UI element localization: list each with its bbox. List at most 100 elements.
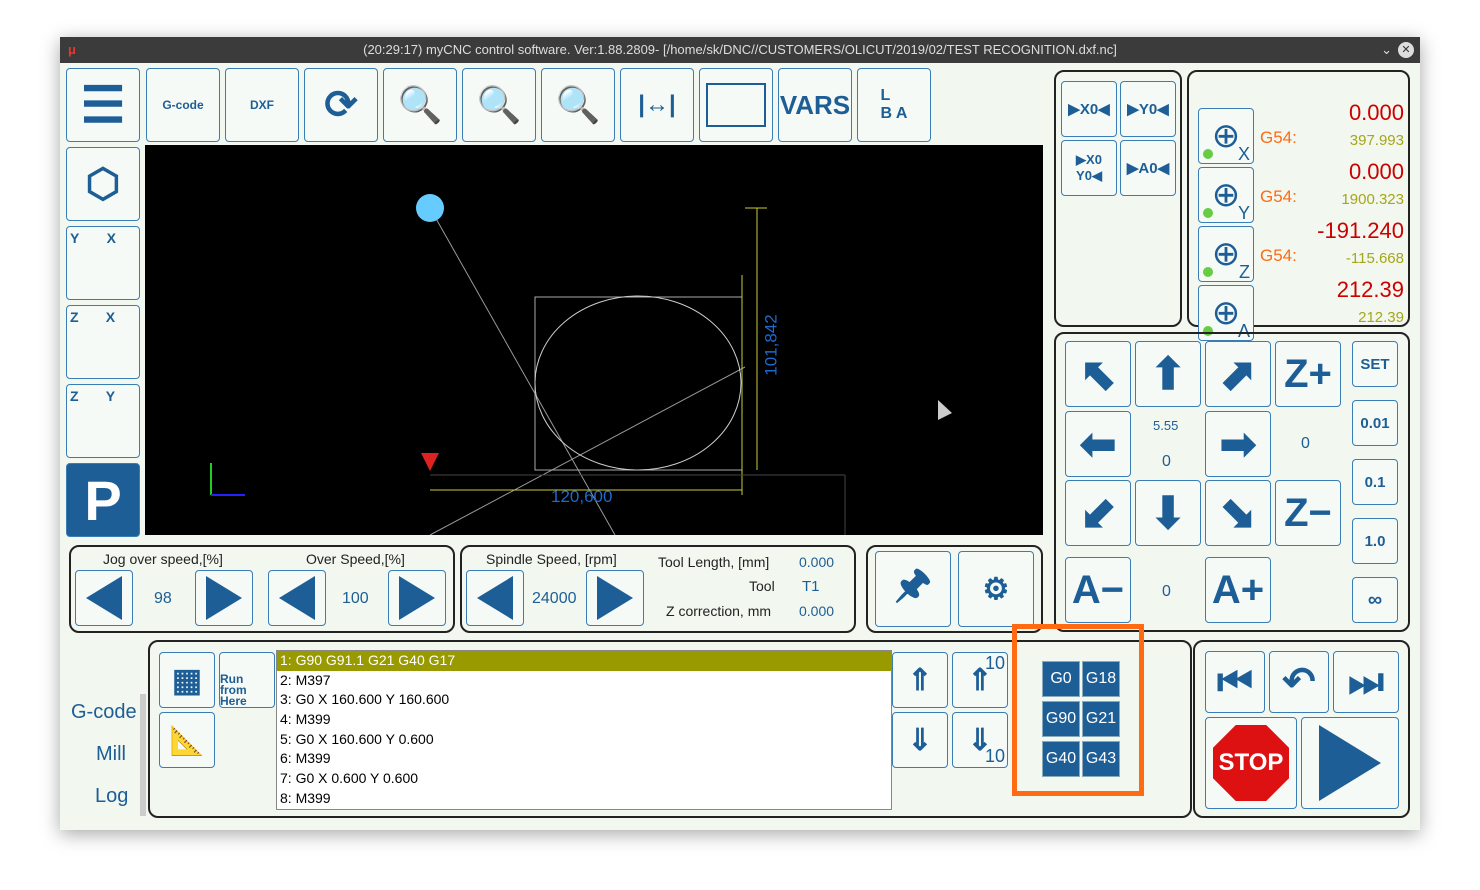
zero-x-button[interactable]: ▶X0◀ [1061,81,1117,137]
g43-button[interactable]: G43 [1082,741,1120,777]
axis-z-button[interactable]: ⊕ Z [1198,226,1254,282]
toolpath-canvas[interactable]: 120,600 101,842 [145,145,1043,536]
undo-icon: ↶ [1282,660,1316,704]
tab-mill[interactable]: Mill [96,743,126,766]
tool-label: Tool [749,578,775,594]
open-gcode-button[interactable]: G-code [146,68,220,142]
jog-up-left-button[interactable]: ⬉ [1065,341,1131,407]
keyboard-button[interactable]: LB A [857,68,931,142]
tool-probe-button[interactable]: 🖈 [875,551,951,627]
tab-log[interactable]: Log [95,785,128,808]
zero-y-button[interactable]: ▶Y0◀ [1120,81,1176,137]
tab-scrollbar[interactable] [140,694,146,816]
vars-label: VARS [779,89,851,120]
a-minus-button[interactable]: A− [1065,557,1131,623]
gcode-line[interactable]: 5: G0 X 160.600 Y 0.600 [277,730,891,750]
scroll-down-button[interactable]: ⇓ [892,712,948,768]
zoom-out-button[interactable]: 🔍 [541,68,615,142]
open-dxf-button[interactable]: DXF [225,68,299,142]
g21-button[interactable]: G21 [1082,701,1120,737]
gcode-line[interactable]: 8: M399 [277,789,891,809]
set-step-button[interactable]: SET [1352,341,1398,387]
a-minus-label: A− [1071,567,1125,612]
tab-gcode[interactable]: G-code [71,701,137,724]
zoom-in-icon: 🔍 [476,84,522,125]
gcode-line[interactable]: 4: M399 [277,710,891,730]
g-label: G21 [1085,710,1117,727]
gcode-line[interactable]: 7: G0 X 0.600 Y 0.600 [277,769,891,789]
chevron-down-icon[interactable]: ⌄ [1381,37,1392,63]
jog-speed-decrease-button[interactable] [75,570,133,626]
stop-button[interactable]: STOP [1205,717,1297,809]
z-minus-button[interactable]: Z− [1275,480,1341,546]
rewind-button[interactable]: ⏮ [1205,651,1265,713]
view-xy-button[interactable]: Y X [66,226,140,300]
step-0-1-button[interactable]: 0.1 [1352,459,1398,505]
z-plus-button[interactable]: Z+ [1275,341,1341,407]
yz-axes-icon: Z Y [70,388,116,404]
g0-button[interactable]: G0 [1042,661,1080,697]
gcode-line[interactable]: 6: M399 [277,749,891,769]
scroll-up-10-button[interactable]: ⇑ 10 [952,652,1008,708]
jog-down-left-button[interactable]: ⬋ [1065,480,1131,546]
return-button[interactable]: ↶ [1269,651,1329,713]
step-1-0-button[interactable]: 1.0 [1352,518,1398,564]
coord-system-label: G54: [1260,187,1297,206]
tool-length-measure-button[interactable]: ⚙ [958,551,1034,627]
g18-button[interactable]: G18 [1082,661,1120,697]
triangle-left-icon [279,576,315,620]
spindle-increase-button[interactable] [586,570,644,626]
g90-button[interactable]: G90 [1042,701,1080,737]
coord-system-label: G54: [1260,128,1297,147]
spindle-decrease-button[interactable] [466,570,524,626]
horizontal-dimension: 120,600 [551,487,613,506]
jog-up-right-button[interactable]: ⬈ [1205,341,1271,407]
step-0-01-button[interactable]: 0.01 [1352,400,1398,446]
step-button[interactable]: ⏭ [1333,651,1399,713]
run-from-here-button[interactable]: Run from Here [219,652,275,708]
vars-button[interactable]: VARS [778,68,852,142]
ruler-button[interactable]: 📐 [159,712,215,768]
gcode-line[interactable]: 1: G90 G91.1 G21 G40 G17 [277,651,891,671]
view-yz-button[interactable]: Z Y [66,384,140,458]
jog-up-button[interactable]: ⬆ [1135,341,1201,407]
crosshair-icon: ⊕ [1211,294,1241,332]
zero-a-button[interactable]: ▶A0◀ [1120,140,1176,196]
arrow-down-right-icon: ⬊ [1219,488,1257,538]
g-label: G18 [1085,670,1117,687]
jog-down-right-button[interactable]: ⬊ [1205,480,1271,546]
triangle-right-icon [206,576,242,620]
a-plus-button[interactable]: A+ [1205,557,1271,623]
jog-down-button[interactable]: ⬇ [1135,480,1201,546]
jog-left-button[interactable]: ⬅ [1065,411,1131,477]
scroll-up-button[interactable]: ⇑ [892,652,948,708]
step-continuous-button[interactable]: ∞ [1352,577,1398,623]
scroll-down-10-button[interactable]: ⇓ 10 [952,712,1008,768]
g40-button[interactable]: G40 [1042,741,1080,777]
view-3d-button[interactable]: ⬡ [66,147,140,221]
start-button[interactable] [1301,717,1399,809]
zoom-in-button[interactable]: 🔍 [462,68,536,142]
close-icon[interactable]: ✕ [1398,42,1414,58]
gcode-line[interactable]: 2: M397 [277,671,891,691]
zoom-window-button[interactable]: 🔍 [383,68,457,142]
p-button[interactable]: P [66,463,140,537]
axis-label: Z [1239,262,1250,282]
fit-view-button[interactable] [699,68,773,142]
gcode-listing[interactable]: 1: G90 G91.1 G21 G40 G17 2: M397 3: G0 X 1… [276,650,892,810]
axis-x-button[interactable]: ⊕ X [1198,108,1254,164]
axis-y-button[interactable]: ⊕ Y [1198,167,1254,223]
zero-xy-button[interactable]: ▶X0 Y0◀ [1061,140,1117,196]
grid-button[interactable]: ▦ [159,652,215,708]
arrow-down-left-icon: ⬋ [1079,488,1117,538]
measure-button[interactable]: |↔| [620,68,694,142]
over-speed-increase-button[interactable] [388,570,446,626]
jog-right-button[interactable]: ➡ [1205,411,1271,477]
menu-button[interactable]: ☰ [66,68,140,142]
gcode-line[interactable]: 3: G0 X 160.600 Y 160.600 [277,690,891,710]
step-label: ∞ [1367,588,1383,611]
jog-speed-increase-button[interactable] [195,570,253,626]
over-speed-decrease-button[interactable] [268,570,326,626]
refresh-button[interactable]: ⟳ [304,68,378,142]
view-xz-button[interactable]: Z X [66,305,140,379]
